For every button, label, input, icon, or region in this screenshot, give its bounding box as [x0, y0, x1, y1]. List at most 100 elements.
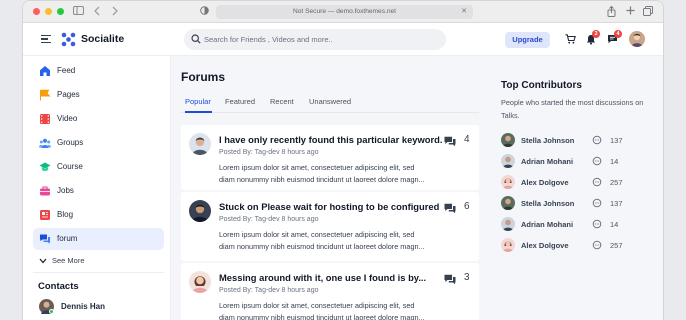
sidebar-divider: [33, 272, 164, 273]
contributor-item[interactable]: Adrian Mohani 14: [501, 154, 651, 170]
avatar: [189, 133, 211, 155]
back-icon[interactable]: [93, 6, 101, 19]
sidebar-toggle-icon[interactable]: [73, 6, 84, 18]
upgrade-button[interactable]: Upgrade: [505, 32, 550, 48]
avatar: [501, 154, 515, 168]
home-icon: [40, 66, 50, 76]
contributor-item[interactable]: Stella Johnson 137: [501, 133, 651, 149]
sidebar-item-label: Groups: [57, 138, 84, 147]
contributor-item[interactable]: Alex Dolgove 257: [501, 238, 651, 254]
tab-popular[interactable]: Popular: [185, 97, 211, 106]
thread-title[interactable]: Messing around with it, one use I found …: [219, 272, 426, 283]
url-text: Not Secure — demo.foxthemes.net: [293, 8, 396, 15]
sidebar-item-course[interactable]: Course: [33, 156, 164, 178]
forum-thread[interactable]: Stuck on Please wait for hosting to be c…: [181, 192, 479, 261]
user-avatar[interactable]: [629, 31, 645, 47]
tab-recent[interactable]: Recent: [270, 97, 294, 106]
sidebar-item-label: Blog: [57, 210, 74, 219]
tab-unanswered[interactable]: Unanswered: [309, 97, 351, 106]
notifications-bell-icon[interactable]: 3: [586, 30, 600, 47]
new-tab-icon[interactable]: [626, 6, 635, 19]
see-more-button[interactable]: See More: [39, 256, 85, 265]
contributor-count: 257: [610, 178, 623, 187]
comments-icon: [444, 274, 456, 285]
messages-badge: 4: [614, 30, 622, 38]
thread-meta: Posted By: Tag-dev 8 hours ago: [219, 287, 319, 294]
film-icon: [40, 114, 50, 124]
thread-meta: Posted By: Tag-dev 8 hours ago: [219, 149, 319, 156]
sidebar: Feed Pages Video Groups Course Jobs Blog: [23, 56, 171, 320]
comment-bubble-icon: [592, 135, 602, 145]
thread-excerpt: Lorem ipsum dolor sit amet, consectetuer…: [219, 229, 444, 253]
contact-name: Dennis Han: [61, 302, 106, 311]
avatar: [189, 271, 211, 293]
contributor-name[interactable]: Stella Johnson: [521, 136, 574, 145]
see-more-label: See More: [52, 256, 85, 265]
sidebar-item-forum[interactable]: forum: [33, 228, 164, 250]
comments-icon: [444, 203, 456, 214]
avatar: [501, 133, 515, 147]
thread-title[interactable]: Stuck on Please wait for hosting to be c…: [219, 201, 439, 212]
sidebar-item-label: Course: [57, 162, 83, 171]
sidebar-item-groups[interactable]: Groups: [33, 132, 164, 154]
sidebar-item-label: Jobs: [57, 186, 74, 195]
flag-icon: [40, 89, 51, 101]
thread-excerpt-line: Lorem ipsum dolor sit amet, consectetuer…: [219, 301, 415, 310]
contributor-name[interactable]: Stella Johnson: [521, 199, 574, 208]
comment-bubble-icon: [592, 156, 602, 166]
graduation-cap-icon: [39, 162, 51, 172]
sidebar-item-video[interactable]: Video: [33, 108, 164, 130]
contributor-count: 137: [610, 136, 623, 145]
address-bar[interactable]: Not Secure — demo.foxthemes.net ✕: [216, 5, 473, 19]
contributor-item[interactable]: Alex Dolgove 257: [501, 175, 651, 191]
sidebar-item-blog[interactable]: Blog: [33, 204, 164, 226]
contributors-title: Top Contributors: [501, 80, 582, 91]
messages-icon[interactable]: 4: [607, 30, 622, 46]
notifications-badge: 3: [592, 30, 600, 38]
forum-thread[interactable]: I have only recently found this particul…: [181, 125, 479, 190]
clear-url-icon[interactable]: ✕: [461, 5, 467, 19]
contributors-description: People who started the most discussions …: [501, 98, 644, 120]
share-icon[interactable]: [607, 5, 616, 21]
comment-bubble-icon: [592, 198, 602, 208]
close-window-button[interactable]: [33, 8, 40, 15]
contributor-name[interactable]: Alex Dolgove: [521, 178, 569, 187]
cart-icon[interactable]: [565, 34, 576, 46]
thread-excerpt-line: diam nonummy nibh euismod tincidunt ut l…: [219, 175, 425, 184]
minimize-window-button[interactable]: [45, 8, 52, 15]
menu-icon[interactable]: [41, 35, 51, 43]
contributor-name[interactable]: Adrian Mohani: [521, 157, 573, 166]
contributor-name[interactable]: Adrian Mohani: [521, 220, 573, 229]
comment-count: 4: [464, 134, 470, 145]
forum-thread[interactable]: Messing around with it, one use I found …: [181, 263, 479, 320]
online-status-indicator: [49, 309, 54, 314]
browser-window: Not Secure — demo.foxthemes.net ✕ Social…: [22, 0, 664, 320]
contributor-item[interactable]: Adrian Mohani 14: [501, 217, 651, 233]
contributor-item[interactable]: Stella Johnson 137: [501, 196, 651, 212]
top-nav: Socialite Search for Friends , Videos an…: [23, 23, 663, 56]
brand-name[interactable]: Socialite: [81, 33, 124, 45]
contributor-count: 257: [610, 241, 623, 250]
comment-bubble-icon: [592, 177, 602, 187]
tab-overview-icon[interactable]: [643, 6, 653, 20]
sidebar-item-jobs[interactable]: Jobs: [33, 180, 164, 202]
contributor-count: 14: [610, 157, 619, 166]
page-title: Forums: [181, 70, 226, 84]
browser-toolbar: Not Secure — demo.foxthemes.net ✕: [23, 1, 663, 23]
search-input[interactable]: Search for Friends , Videos and more..: [184, 29, 446, 50]
sidebar-item-pages[interactable]: Pages: [33, 84, 164, 106]
sidebar-item-feed[interactable]: Feed: [33, 60, 164, 82]
thread-title[interactable]: I have only recently found this particul…: [219, 134, 443, 145]
socialite-logo-icon[interactable]: [61, 32, 76, 47]
tab-featured[interactable]: Featured: [225, 97, 255, 106]
chevron-down-icon: [39, 258, 47, 264]
contacts-title: Contacts: [38, 281, 79, 292]
comment-bubble-icon: [592, 219, 602, 229]
sidebar-item-label: Feed: [57, 66, 76, 75]
avatar: [501, 217, 515, 231]
forward-icon[interactable]: [111, 6, 119, 19]
contributor-count: 14: [610, 220, 619, 229]
contributor-name[interactable]: Alex Dolgove: [521, 241, 569, 250]
maximize-window-button[interactable]: [57, 8, 64, 15]
privacy-shield-icon[interactable]: [200, 6, 209, 18]
